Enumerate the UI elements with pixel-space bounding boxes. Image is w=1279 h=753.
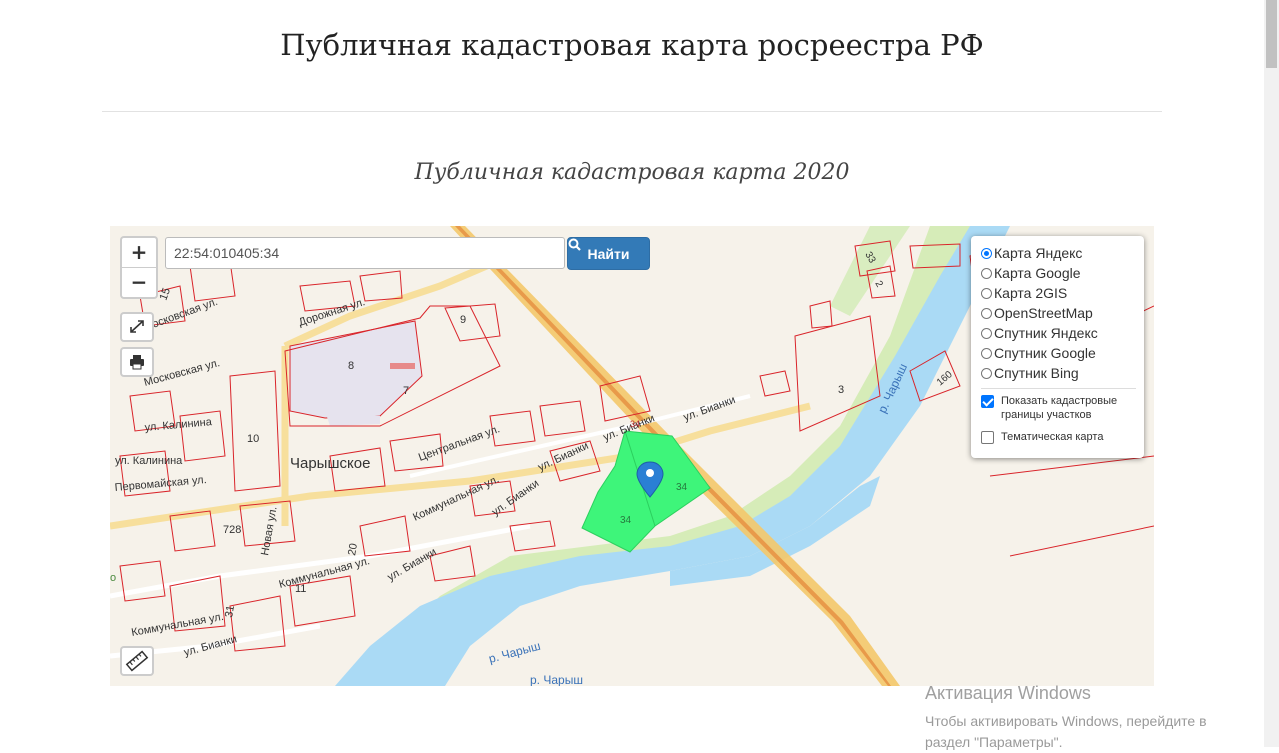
layer-radio[interactable] (981, 307, 992, 319)
page-scrollbar[interactable] (1264, 0, 1279, 747)
option-label: Тематическая карта (1001, 431, 1104, 443)
watermark-title: Активация Windows (925, 683, 1091, 703)
layer-radio[interactable] (981, 327, 992, 339)
layer-option-openstreetmap[interactable]: OpenStreetMap (981, 303, 1144, 323)
windows-activation-watermark: Активация Windows Чтобы активировать Win… (925, 683, 1235, 753)
map-label-edge: о (110, 572, 116, 584)
layer-label: Карта 2GIS (994, 285, 1068, 301)
layer-label: Спутник Bing (994, 365, 1079, 381)
divider (102, 111, 1162, 112)
map-label-parcel: 20 (346, 542, 360, 556)
map-label-parcel: 11 (295, 583, 306, 595)
page-subtitle: Публичная кадастровая карта 2020 (414, 160, 850, 185)
map-label-parcel: 34 (620, 515, 632, 526)
layer-option-google-map[interactable]: Карта Google (981, 263, 1144, 283)
search-icon (568, 238, 581, 251)
ruler-icon (125, 650, 149, 672)
cadastral-number-input[interactable] (165, 237, 565, 269)
layer-radio[interactable] (981, 347, 992, 359)
map-label-village: Чарышское (290, 455, 370, 472)
measure-button[interactable] (120, 646, 154, 676)
search-button[interactable]: Найти (567, 237, 650, 270)
layer-label: Карта Google (994, 265, 1081, 281)
layer-option-google-satellite[interactable]: Спутник Google (981, 343, 1144, 363)
layer-label: OpenStreetMap (994, 305, 1093, 321)
map-label-street: ул. Калинина (115, 455, 183, 467)
layer-radio[interactable] (981, 367, 992, 379)
search-button-label: Найти (587, 245, 630, 262)
layer-label: Спутник Яндекс (994, 325, 1098, 341)
layer-radio[interactable] (981, 287, 992, 299)
layer-label: Спутник Google (994, 345, 1096, 361)
layer-option-bing-satellite[interactable]: Спутник Bing (981, 363, 1144, 383)
layer-switcher: Карта Яндекс Карта Google Карта 2GIS Ope… (971, 236, 1144, 458)
map-label-river: р. Чарыш (530, 673, 583, 686)
cadastral-map[interactable]: Чарышское р. Чарыш р. Чарыш р. Чарыш Дор… (110, 226, 1154, 686)
map-label-parcel: 7 (403, 385, 409, 397)
layer-option-yandex-map[interactable]: Карта Яндекс (981, 243, 1144, 263)
zoom-control: + − (120, 236, 158, 299)
map-label-parcel: 34 (676, 482, 688, 493)
layer-radio[interactable] (981, 267, 992, 279)
layer-option-yandex-satellite[interactable]: Спутник Яндекс (981, 323, 1144, 343)
map-label-parcel: 34 (630, 419, 640, 429)
show-cadastral-borders-checkbox[interactable] (981, 395, 994, 408)
thematic-map-option[interactable]: Тематическая карта (981, 430, 1144, 444)
fullscreen-button[interactable] (120, 312, 154, 342)
thematic-map-checkbox[interactable] (981, 431, 994, 444)
expand-icon (130, 320, 144, 333)
zoom-in-button[interactable]: + (122, 238, 156, 267)
print-button[interactable] (120, 347, 154, 377)
map-label-parcel: 8 (348, 360, 354, 372)
layer-divider (981, 388, 1136, 389)
print-icon (130, 355, 144, 370)
map-label-parcel: 3 (838, 384, 844, 396)
show-cadastral-borders-option[interactable]: Показать кадастровые границы участков (981, 394, 1144, 422)
layer-option-2gis-map[interactable]: Карта 2GIS (981, 283, 1144, 303)
map-label-parcel: 10 (247, 433, 259, 445)
page-title: Публичная кадастровая карта росреестра Р… (280, 28, 984, 62)
option-label: Показать кадастровые границы участков (1001, 395, 1118, 421)
map-label-parcel: 728 (223, 524, 241, 536)
scrollbar-thumb[interactable] (1266, 0, 1277, 68)
layer-radio[interactable] (981, 247, 992, 259)
map-label-parcel: 9 (460, 314, 466, 326)
zoom-out-button[interactable]: − (122, 267, 156, 297)
layer-label: Карта Яндекс (994, 245, 1083, 261)
map-label-parcel: 31 (223, 604, 237, 618)
